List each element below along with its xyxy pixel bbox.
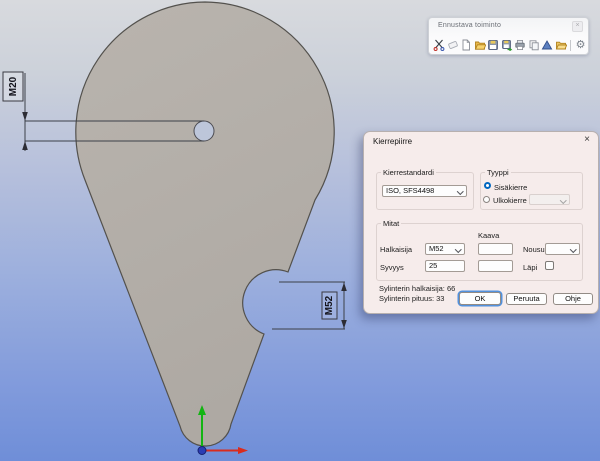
depth-input[interactable]: 25: [425, 260, 465, 272]
print-icon[interactable]: [514, 39, 526, 51]
toolbar-close-button[interactable]: ×: [572, 21, 583, 32]
settings-gear-icon[interactable]: ⚙: [575, 39, 587, 51]
diameter-formula-input[interactable]: [478, 243, 513, 255]
internal-thread-radio[interactable]: [484, 182, 491, 189]
dimension-m52: M52: [272, 282, 347, 329]
external-thread-radio-label: Ulkokierre: [493, 196, 527, 205]
open-folder-icon[interactable]: [474, 39, 486, 51]
dim-m52-arrow-down: [341, 320, 347, 329]
internal-thread-radio-label: Sisäkierre: [494, 183, 527, 192]
thread-feature-dialog: Kierrepiirre × Kierrestandardi ISO, SFS4…: [363, 131, 599, 314]
dim-m20-arrow-up: [22, 141, 28, 150]
thread-standard-combobox[interactable]: ISO, SFS4498: [382, 185, 467, 197]
gear-icon: ⚙: [576, 39, 586, 51]
thread-type-group-label: Tyyppi: [485, 168, 511, 177]
dim-m52-arrow-up: [341, 283, 347, 292]
copy-icon-glyph: [528, 39, 540, 51]
copy-icon[interactable]: [528, 39, 540, 51]
triangle-icon-glyph: [541, 39, 553, 51]
cylinder-length-info: Sylinterin pituus: 33: [379, 294, 444, 303]
new-document-icon[interactable]: [460, 39, 472, 51]
toolbar-separator: [570, 40, 571, 51]
chevron-down-icon: [455, 246, 461, 252]
pitch-combobox[interactable]: [545, 243, 580, 255]
thread-hole[interactable]: [194, 121, 214, 141]
dialog-close-button[interactable]: ×: [584, 134, 590, 146]
triangle-icon[interactable]: [541, 39, 553, 51]
cancel-button[interactable]: Peruuta: [506, 293, 547, 305]
ok-button[interactable]: OK: [459, 292, 501, 305]
folder-icon[interactable]: [555, 39, 567, 51]
diameter-label: Halkaisija: [380, 245, 412, 254]
dim-m52-label[interactable]: M52: [324, 295, 335, 315]
part-body[interactable]: [76, 2, 334, 446]
chevron-down-icon: [560, 197, 566, 203]
chevron-down-icon: [570, 246, 576, 252]
save-as-icon-glyph: [501, 39, 513, 51]
save-as-icon[interactable]: [501, 39, 513, 51]
through-checkbox[interactable]: [545, 261, 554, 270]
scissors-icon[interactable]: [433, 39, 445, 51]
scissors-icon-glyph: [433, 39, 445, 51]
external-thread-combobox[interactable]: [529, 194, 570, 205]
depth-formula-input[interactable]: [478, 260, 513, 272]
eraser-icon-glyph: [447, 39, 459, 51]
cylinder-diameter-info: Sylinterin halkaisija: 66: [379, 284, 455, 293]
eraser-icon[interactable]: [447, 39, 459, 51]
toolbar-icon-row: ⚙: [433, 39, 587, 51]
pitch-label: Nousu: [523, 245, 545, 254]
formula-column-label: Kaava: [478, 231, 499, 240]
toolbar-title: Ennustava toiminto: [438, 22, 501, 29]
save-icon-glyph: [487, 39, 499, 51]
save-icon[interactable]: [487, 39, 499, 51]
diameter-combobox[interactable]: M52: [425, 243, 465, 255]
help-button[interactable]: Ohje: [553, 293, 593, 305]
dim-m20-arrow-down: [22, 112, 28, 121]
through-label: Läpi: [523, 263, 537, 272]
thread-standard-group-label: Kierrestandardi: [381, 168, 436, 177]
thread-standard-value: ISO, SFS4498: [386, 186, 434, 195]
x-axis-arrow: [238, 447, 248, 454]
cad-viewport: M20 M52 Ennustava toiminto ×: [0, 0, 600, 461]
diameter-value: M52: [429, 244, 444, 253]
external-thread-radio[interactable]: [483, 196, 490, 203]
dimensions-group-label: Mitat: [381, 219, 401, 228]
dialog-title: Kierrepiirre: [373, 137, 412, 146]
depth-label: Syvyys: [380, 263, 404, 272]
open-folder-icon-glyph: [474, 39, 486, 51]
dim-m20-label[interactable]: M20: [8, 76, 19, 96]
folder-icon-glyph: [555, 39, 567, 51]
predictive-action-toolbar: Ennustava toiminto ×: [428, 17, 589, 55]
new-document-icon-glyph: [460, 39, 472, 51]
print-icon-glyph: [514, 39, 526, 51]
origin-point: [198, 447, 206, 455]
depth-value: 25: [429, 261, 437, 270]
chevron-down-icon: [457, 188, 463, 194]
